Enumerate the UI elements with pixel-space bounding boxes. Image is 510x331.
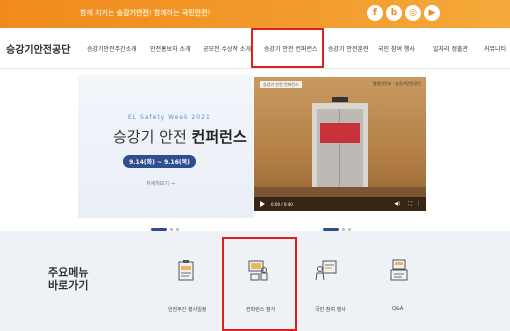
video-controls: 0:00 / 0:40 bbox=[254, 197, 426, 211]
nav-item-week-intro[interactable]: 승강기안전주간소개 bbox=[87, 44, 137, 53]
slogan-highlight: 국민안전 bbox=[181, 9, 208, 17]
more-link[interactable]: 자세히보기 → bbox=[146, 180, 175, 187]
page: 함께 지키는 승강기안전! 함께하는 국민안전! f b ◎ ▶ 승강기안전공단… bbox=[0, 0, 510, 331]
schedule-icon[interactable] bbox=[173, 257, 199, 283]
elevator-door-right bbox=[340, 109, 363, 187]
elevator-sign bbox=[320, 123, 360, 143]
facebook-icon[interactable]: f bbox=[367, 5, 383, 21]
quick-label-schedule[interactable]: 안전주간 행사일정 bbox=[168, 306, 206, 313]
quick-highlight-box bbox=[222, 237, 297, 331]
event-title: 승강기 안전 컨퍼런스 bbox=[113, 126, 247, 147]
fullscreen-icon[interactable]: ⛶ bbox=[408, 201, 412, 207]
event-title-bold: 컨퍼런스 bbox=[191, 128, 247, 146]
slogan-highlight: 승강기안전 bbox=[116, 9, 149, 17]
nav-item-jobs[interactable]: 일자리 정출관 bbox=[433, 44, 468, 53]
event-subtitle: EL Safety Week 2021 bbox=[128, 114, 211, 121]
play-icon[interactable] bbox=[260, 201, 265, 207]
video-tag: 승강기 안전 컨퍼런스 bbox=[260, 81, 302, 88]
nav-highlight-box bbox=[251, 28, 324, 68]
quick-label-qa[interactable]: Q&A bbox=[392, 306, 403, 312]
instagram-icon[interactable]: ◎ bbox=[405, 5, 421, 21]
slogan-text: ! 함께하는 bbox=[148, 9, 182, 17]
volume-icon[interactable]: ◀) bbox=[394, 201, 400, 207]
slogan-text: ! bbox=[207, 9, 211, 17]
qa-icon[interactable] bbox=[386, 257, 412, 283]
nav-item-training[interactable]: 승강기 안전훈련 bbox=[328, 44, 369, 53]
nav-item-contest[interactable]: 공모전 수상작 소개 bbox=[203, 44, 251, 53]
quick-menu-title: 주요메뉴 바로가기 bbox=[48, 266, 88, 292]
quick-menu-title-line1: 주요메뉴 bbox=[48, 266, 89, 279]
video-player[interactable]: 승강기 안전 컨퍼런스 행정안전부 · 승강기안전공단 0:00 / 0:40 … bbox=[254, 77, 426, 211]
participation-icon[interactable] bbox=[314, 257, 340, 283]
elevator-door-left bbox=[317, 109, 340, 187]
top-banner: 함께 지키는 승강기안전! 함께하는 국민안전! f b ◎ ▶ bbox=[0, 0, 510, 28]
elevator-indicator bbox=[332, 97, 348, 102]
slogan: 함께 지키는 승강기안전! 함께하는 국민안전! bbox=[80, 8, 210, 18]
nav-item-ambassador[interactable]: 안전홍보자 소개 bbox=[150, 44, 191, 53]
video-time: 0:00 / 0:40 bbox=[271, 201, 293, 207]
slogan-text: 함께 지키는 bbox=[80, 9, 117, 17]
site-logo[interactable]: 승강기안전공단 bbox=[6, 41, 70, 56]
video-brand: 행정안전부 · 승강기안전공단 bbox=[373, 81, 421, 86]
nav-item-participation[interactable]: 국민 참여 행사 bbox=[378, 44, 415, 53]
quick-label-participation[interactable]: 국민 참여 행사 bbox=[315, 306, 346, 313]
youtube-icon[interactable]: ▶ bbox=[424, 5, 440, 21]
quick-menu-title-line2: 바로가기 bbox=[48, 279, 89, 292]
event-title-light: 승강기 안전 bbox=[113, 128, 192, 146]
event-date-badge: 9.14(화) ~ 9.16(목) bbox=[123, 155, 196, 168]
blog-icon[interactable]: b bbox=[386, 5, 402, 21]
more-options-icon[interactable]: ⋮ bbox=[416, 201, 421, 207]
nav-item-community[interactable]: 커뮤니티 bbox=[484, 44, 506, 53]
